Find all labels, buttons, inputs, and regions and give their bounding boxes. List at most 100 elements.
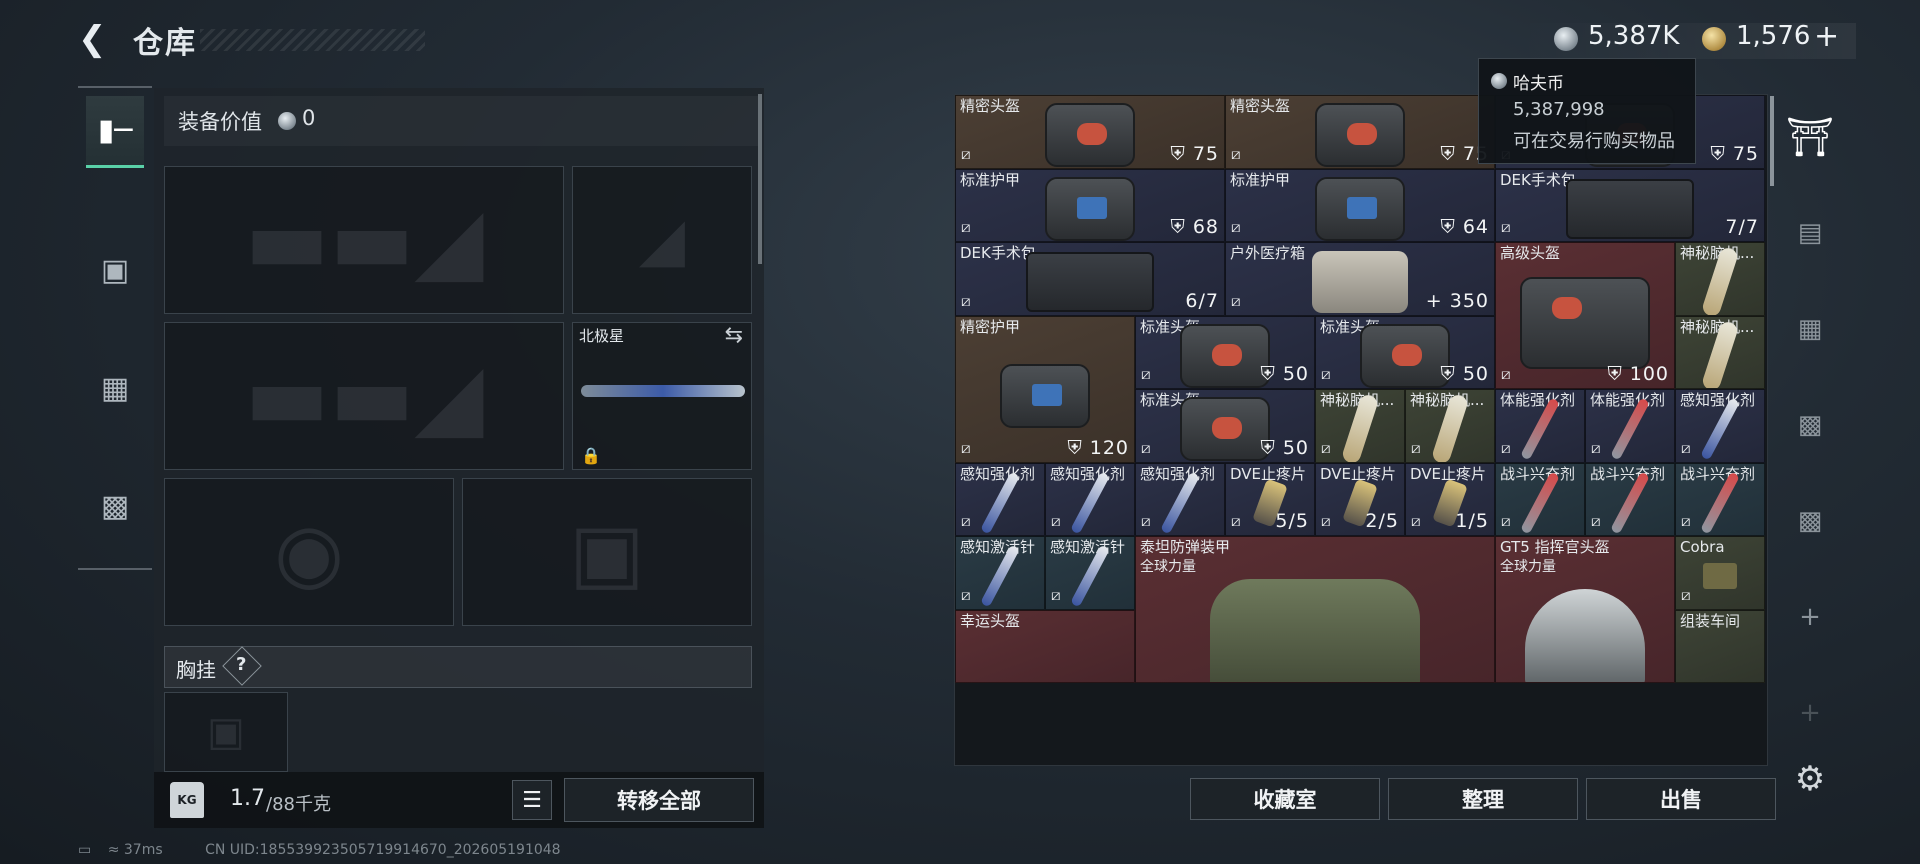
stash-item[interactable]: 精密头盔 ⧄ ⛨ 75 [1225,95,1495,169]
help-icon[interactable]: ? [236,654,246,675]
iv-box-icon[interactable]: ▦ [1786,306,1834,352]
status-bar: ▭ ≈ 37ms CN UID:18553992350571991467​0_2… [78,842,561,858]
bag-image [1360,323,1450,388]
tooltip-description: 可在交易行购买物品 [1513,131,1675,152]
item-value: ⛨ 50 [1441,363,1489,385]
dome-icon[interactable]: ⛩ [1786,114,1834,160]
v-case-icon-2[interactable]: ▩ [1786,498,1834,544]
stash-item[interactable]: GT5 指挥官头盔 全球力量 [1495,536,1675,683]
stash-item[interactable]: 体能强化剂 ⧄ [1495,389,1585,463]
armor-slot[interactable]: ▣ [462,478,752,626]
stash-item[interactable]: 精密头盔 ⧄ ⛨ 75 [955,95,1225,169]
stash-item[interactable]: 标准头盔 ⧄ ⛨ 50 [1135,315,1315,389]
back-arrow-icon[interactable]: ❮ [78,20,112,58]
stash-item[interactable]: 标准头盔 ⧄ ⛨ 50 [1315,315,1495,389]
weight-value: 1.7 [230,786,265,811]
no-insure-icon: ⧄ [1051,512,1061,530]
transfer-all-button[interactable]: 转移全部 [564,778,754,822]
stash-item[interactable]: 战斗兴奋剂 ⧄ [1675,462,1765,536]
stash-item[interactable]: DEK手术包 ⧄ 6/7 [955,242,1225,316]
item-name: 组装车间 [1680,611,1741,630]
stash-item[interactable]: 感知激活针 ⧄ [1045,536,1135,610]
stash-item[interactable]: 标准头盔 ⧄ ⛨ 50 [1135,389,1315,463]
item-value-text: 6/7 [1185,289,1219,312]
nav-toolbox[interactable]: ▩ [86,470,144,542]
stash-item[interactable]: 神秘脑机... [1675,315,1765,389]
toolbox-icon: ▩ [100,488,130,524]
stash-item[interactable]: 标准护甲 ⧄ ⛨ 68 [955,168,1225,242]
item-value: 6/7 [1185,290,1219,312]
horn-image [1430,393,1470,462]
stash-item[interactable]: 感知强化剂 ⧄ [1675,389,1765,463]
stash-item[interactable]: 标准护甲 ⧄ ⛨ 64 [1225,168,1495,242]
nav-backpack[interactable]: ▣ [86,234,144,306]
item-value-text: 68 [1192,216,1219,238]
gold-amount[interactable]: 1,576 [1736,21,1810,51]
item-value-text: 1/5 [1455,510,1489,532]
stash-item[interactable]: 户外医疗箱 ⧄ + 350 [1225,242,1495,316]
melee-slot[interactable]: 北极星 ⇆ 🔒 [572,322,752,470]
helmet-slot[interactable]: ◉ [164,478,454,626]
chest-rig-slot[interactable]: ▣ [164,692,288,772]
box-image [1703,563,1737,590]
silver-amount[interactable]: 5,387K [1588,21,1679,51]
stash-item[interactable]: 幸运头盔 [955,609,1135,683]
no-insure-icon: ⧄ [1681,512,1691,530]
no-insure-icon: ⧄ [961,218,971,236]
stash-scrollbar[interactable] [1770,96,1774,186]
secondary-weapon-slot[interactable]: ▬▬◢ [164,322,564,470]
swap-icon[interactable]: ⇆ [725,323,743,348]
sell-button[interactable]: 出售 [1586,778,1776,820]
nav-chest-rig[interactable]: ▦ [86,352,144,424]
stash-item[interactable]: 神秘脑机... [1675,242,1765,316]
settings-icon[interactable]: ⚙ [1786,756,1834,802]
stash-item[interactable]: 神秘脑机... ⧄ [1315,389,1405,463]
stash-item[interactable]: 神秘脑机... ⧄ [1405,389,1495,463]
stash-item[interactable]: 体能强化剂 ⧄ [1585,389,1675,463]
add-currency-button[interactable]: + [1814,19,1839,54]
horn-image [1700,246,1740,315]
stash-item[interactable]: DEK手术包 ⧄ 7/7 [1495,168,1765,242]
list-view-button[interactable]: ☰ [512,780,552,820]
sort-button[interactable]: 整理 [1388,778,1578,820]
stash-item[interactable]: 组装车间 [1675,609,1765,683]
stash-item[interactable]: 高级头盔 ⧄ ⛨ 100 [1495,242,1675,389]
no-insure-icon: ⧄ [1321,365,1331,383]
stash-item[interactable]: 感知强化剂 ⧄ [1135,462,1225,536]
durability-icon: ⛨ [1170,142,1193,165]
no-insure-icon: ⧄ [1141,365,1151,383]
stash-item[interactable]: DVE止疼片 ⧄ 2/5 [1315,462,1405,536]
no-insure-icon: ⧄ [961,144,971,163]
item-value: ⛨ 50 [1261,437,1309,459]
item-value-text: 75 [1732,142,1759,165]
stash-item[interactable]: 泰坦防弹装甲 全球力量 [1135,536,1495,683]
no-insure-icon: ⧄ [961,438,971,457]
nav-weapons[interactable]: ▮─ [86,96,144,168]
collection-room-button[interactable]: 收藏室 [1190,778,1380,820]
pistol-slot[interactable]: ◢ [572,166,752,314]
equipment-scrollbar[interactable] [758,94,762,264]
primary-weapon-slot[interactable]: ▬▬◢ [164,166,564,314]
item-value-text: 5/5 [1275,510,1309,532]
stash-item[interactable]: 战斗兴奋剂 ⧄ [1585,462,1675,536]
stash-item[interactable]: 精密护甲 ⧄ ⛨ 120 [955,315,1135,463]
item-name: 精密头盔 [1230,97,1291,115]
stash-item[interactable]: 感知激活针 ⧄ [955,536,1045,610]
v-case-icon[interactable]: ▩ [1786,402,1834,448]
silver-coin-icon [278,112,296,130]
stash-item[interactable]: DVE止疼片 ⧄ 5/5 [1225,462,1315,536]
no-insure-icon: ⧄ [1501,218,1511,236]
stash-item[interactable]: 感知强化剂 ⧄ [1045,462,1135,536]
durability-icon: ⛨ [1260,363,1283,385]
stash-item[interactable]: DVE止疼片 ⧄ 1/5 [1405,462,1495,536]
stash-item[interactable]: Cobra ⧄ [1675,536,1765,610]
stash-item[interactable]: 战斗兴奋剂 ⧄ [1495,462,1585,536]
bag-image [1180,397,1270,462]
stash-item[interactable]: 感知强化剂 ⧄ [955,462,1045,536]
no-insure-icon: ⧄ [1051,585,1061,604]
item-name: DEK手术包 [960,244,1036,262]
bag-image [1315,103,1405,168]
plus-icon[interactable]: + [1786,594,1834,640]
iv-rack-icon[interactable]: ▤ [1786,210,1834,256]
durability-icon: ⛨ [1170,216,1193,238]
